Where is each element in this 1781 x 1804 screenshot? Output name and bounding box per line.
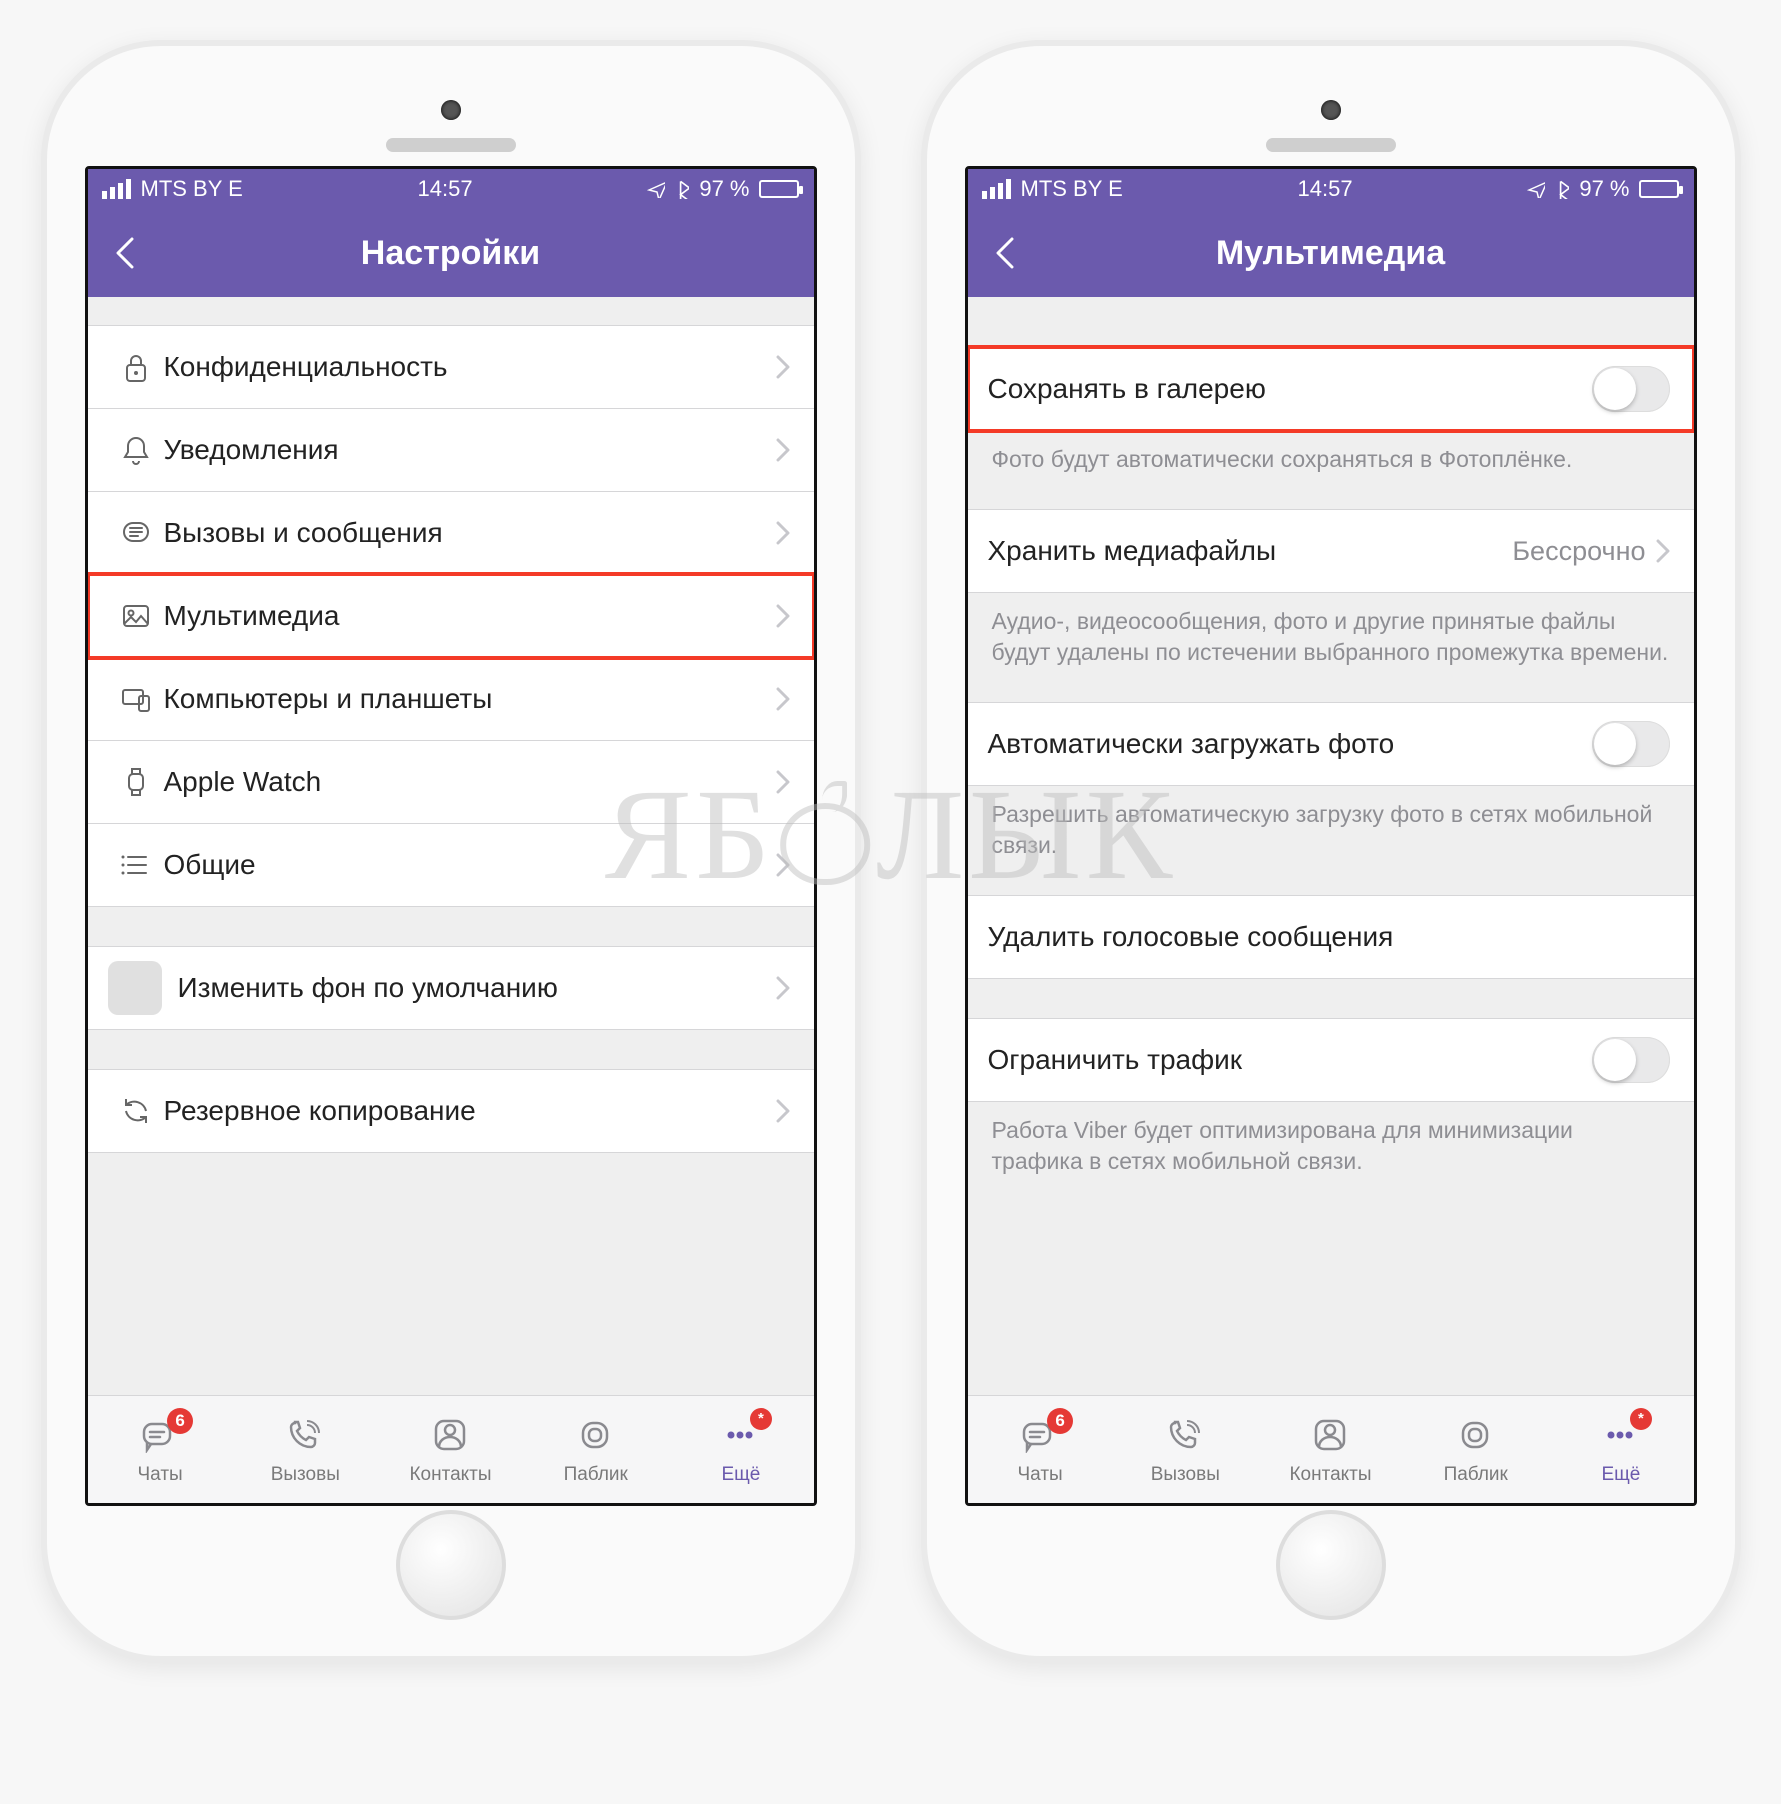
nav-header: Настройки <box>88 209 814 297</box>
tab-calls[interactable]: Вызовы <box>1113 1396 1258 1503</box>
carrier-label: MTS BY E <box>141 176 243 202</box>
back-button[interactable] <box>986 233 1026 273</box>
bluetooth-icon <box>1555 179 1569 199</box>
home-button[interactable] <box>1276 1510 1386 1620</box>
chats-badge: 6 <box>167 1408 193 1434</box>
refresh-icon <box>108 1095 164 1127</box>
battery-icon <box>1639 180 1679 198</box>
more-badge: * <box>1630 1408 1652 1430</box>
signal-icon <box>102 179 131 199</box>
chevron-icon <box>776 604 790 628</box>
row-privacy[interactable]: Конфиденциальность <box>88 325 814 409</box>
tab-chats[interactable]: 6 Чаты <box>88 1396 233 1503</box>
list-icon <box>108 849 164 881</box>
chevron-icon <box>776 438 790 462</box>
page-title: Настройки <box>88 234 814 273</box>
wallpaper-thumb <box>108 961 162 1015</box>
chevron-icon <box>776 1099 790 1123</box>
chevron-icon <box>776 853 790 877</box>
location-icon <box>1527 180 1545 198</box>
row-keep-media[interactable]: Хранить медиафайлы Бессрочно <box>968 509 1694 593</box>
note-auto-download: Разрешить автоматическую загрузку фото в… <box>968 785 1694 865</box>
tab-chats[interactable]: 6 Чаты <box>968 1396 1113 1503</box>
page-title: Мультимедиа <box>968 234 1694 273</box>
chevron-icon <box>776 770 790 794</box>
phone-left: MTS BY E 14:57 97 % Настройки <box>41 40 861 1662</box>
toggle-auto-download[interactable] <box>1592 721 1670 767</box>
clock: 14:57 <box>418 176 473 202</box>
note-save-gallery: Фото будут автоматически сохраняться в Ф… <box>968 430 1694 479</box>
contact-icon <box>1314 1414 1348 1458</box>
location-icon <box>647 180 665 198</box>
tab-bar: 6 Чаты Вызовы Контакты Паблик <box>968 1395 1694 1503</box>
back-icon <box>992 235 1020 271</box>
row-multimedia[interactable]: Мультимедиа <box>88 574 814 658</box>
back-icon <box>112 235 140 271</box>
tab-bar: 6 Чаты Вызовы Контакты Паблик <box>88 1395 814 1503</box>
back-button[interactable] <box>106 233 146 273</box>
note-limit-traffic: Работа Viber будет оптимизирована для ми… <box>968 1101 1694 1181</box>
clock: 14:57 <box>1298 176 1353 202</box>
bluetooth-icon <box>675 179 689 199</box>
chevron-icon <box>776 687 790 711</box>
row-backup[interactable]: Резервное копирование <box>88 1069 814 1153</box>
status-bar: MTS BY E 14:57 97 % <box>88 169 814 209</box>
row-calls-messages[interactable]: Вызовы и сообщения <box>88 491 814 575</box>
public-icon <box>579 1414 613 1458</box>
chat-icon: 6 <box>141 1414 179 1458</box>
row-general[interactable]: Общие <box>88 823 814 907</box>
tab-calls[interactable]: Вызовы <box>233 1396 378 1503</box>
more-icon: * <box>724 1414 758 1458</box>
row-save-to-gallery[interactable]: Сохранять в галерею <box>968 347 1694 431</box>
tab-contacts[interactable]: Контакты <box>1258 1396 1403 1503</box>
row-computers-tablets[interactable]: Компьютеры и планшеты <box>88 657 814 741</box>
row-delete-voice[interactable]: Удалить голосовые сообщения <box>968 895 1694 979</box>
battery-pct: 97 % <box>1579 176 1629 202</box>
row-auto-download[interactable]: Автоматически загружать фото <box>968 702 1694 786</box>
toggle-save-gallery[interactable] <box>1592 366 1670 412</box>
more-icon: * <box>1604 1414 1638 1458</box>
chevron-icon <box>1656 539 1670 563</box>
watch-icon <box>108 766 164 798</box>
message-icon <box>108 517 164 549</box>
status-bar: MTS BY E 14:57 97 % <box>968 169 1694 209</box>
more-badge: * <box>750 1408 772 1430</box>
toggle-limit-traffic[interactable] <box>1592 1037 1670 1083</box>
lock-icon <box>108 351 164 383</box>
battery-icon <box>759 180 799 198</box>
chats-badge: 6 <box>1047 1408 1073 1434</box>
nav-header: Мультимедиа <box>968 209 1694 297</box>
row-apple-watch[interactable]: Apple Watch <box>88 740 814 824</box>
public-icon <box>1459 1414 1493 1458</box>
phone-icon <box>1167 1414 1203 1458</box>
row-change-wallpaper[interactable]: Изменить фон по умолчанию <box>88 946 814 1030</box>
devices-icon <box>108 683 164 715</box>
tab-public[interactable]: Паблик <box>1403 1396 1548 1503</box>
photo-icon <box>108 600 164 632</box>
phone-right: MTS BY E 14:57 97 % Мультимедиа <box>921 40 1741 1662</box>
row-notifications[interactable]: Уведомления <box>88 408 814 492</box>
chevron-icon <box>776 976 790 1000</box>
tab-more[interactable]: * Ещё <box>1548 1396 1693 1503</box>
phone-icon <box>287 1414 323 1458</box>
contact-icon <box>434 1414 468 1458</box>
keep-media-value: Бессрочно <box>1512 536 1645 567</box>
note-keep-media: Аудио-, видеосообщения, фото и другие пр… <box>968 592 1694 672</box>
row-limit-traffic[interactable]: Ограничить трафик <box>968 1018 1694 1102</box>
carrier-label: MTS BY E <box>1021 176 1123 202</box>
chevron-icon <box>776 521 790 545</box>
bell-icon <box>108 434 164 466</box>
signal-icon <box>982 179 1011 199</box>
battery-pct: 97 % <box>699 176 749 202</box>
screen-multimedia: MTS BY E 14:57 97 % Мультимедиа <box>965 166 1697 1506</box>
chat-icon: 6 <box>1021 1414 1059 1458</box>
tab-contacts[interactable]: Контакты <box>378 1396 523 1503</box>
home-button[interactable] <box>396 1510 506 1620</box>
tab-public[interactable]: Паблик <box>523 1396 668 1503</box>
screen-settings: MTS BY E 14:57 97 % Настройки <box>85 166 817 1506</box>
chevron-icon <box>776 355 790 379</box>
tab-more[interactable]: * Ещё <box>668 1396 813 1503</box>
